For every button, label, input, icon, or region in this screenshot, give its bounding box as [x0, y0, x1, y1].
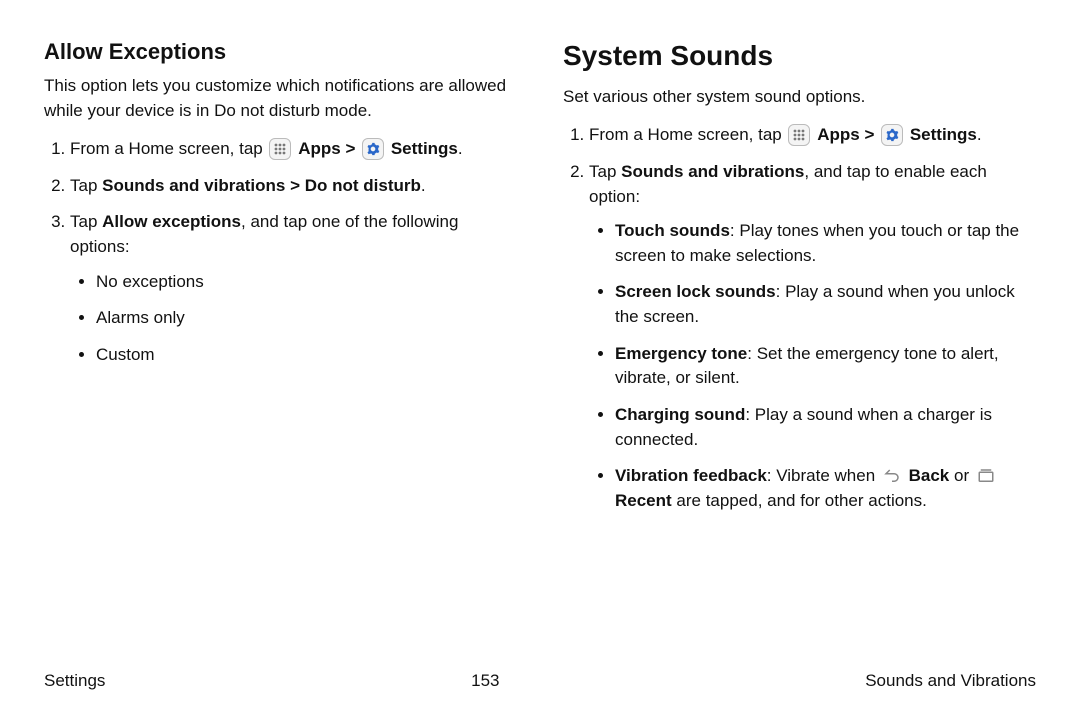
- list-item: Tap Allow exceptions, and tap one of the…: [70, 210, 517, 367]
- apps-label: Apps: [298, 139, 341, 158]
- exception-options: No exceptions Alarms only Custom: [70, 270, 517, 368]
- step-text: Tap: [589, 162, 621, 181]
- page-columns: Allow Exceptions This option lets you cu…: [44, 36, 1036, 526]
- option-name: Screen lock sounds: [615, 282, 776, 301]
- list-item: No exceptions: [96, 270, 517, 295]
- list-item: Alarms only: [96, 306, 517, 331]
- bold-path: Sounds and vibrations > Do not disturb: [102, 176, 421, 195]
- bold-label: Sounds and vibrations: [621, 162, 804, 181]
- step-text: Tap: [70, 212, 102, 231]
- step-text: From a Home screen, tap: [70, 139, 267, 158]
- right-column: System Sounds Set various other system s…: [563, 36, 1036, 526]
- list-item: Touch sounds: Play tones when you touch …: [615, 219, 1036, 268]
- option-desc: or: [949, 466, 974, 485]
- gear-icon: [362, 138, 384, 160]
- back-icon: [882, 466, 902, 486]
- list-item: Custom: [96, 343, 517, 368]
- option-name: Vibration feedback: [615, 466, 767, 485]
- option-name: Emergency tone: [615, 344, 747, 363]
- allow-exceptions-intro: This option lets you customize which not…: [44, 74, 517, 123]
- gear-icon: [881, 124, 903, 146]
- footer-right: Sounds and Vibrations: [865, 669, 1036, 694]
- list-item: Emergency tone: Set the emergency tone t…: [615, 342, 1036, 391]
- step-text: Tap: [70, 176, 102, 195]
- chevron-text: >: [345, 139, 360, 158]
- left-column: Allow Exceptions This option lets you cu…: [44, 36, 517, 526]
- settings-label: Settings: [910, 125, 977, 144]
- back-label: Back: [909, 466, 950, 485]
- allow-exceptions-heading: Allow Exceptions: [44, 36, 517, 68]
- list-item: From a Home screen, tap Apps > Settings.: [70, 137, 517, 162]
- footer-left: Settings: [44, 669, 105, 694]
- recent-icon: [976, 466, 996, 486]
- system-sounds-heading: System Sounds: [563, 36, 1036, 77]
- list-item: Tap Sounds and vibrations > Do not distu…: [70, 174, 517, 199]
- list-item: Vibration feedback: Vibrate when Back or…: [615, 464, 1036, 513]
- option-desc: are tapped, and for other actions.: [672, 491, 927, 510]
- apps-icon: [788, 124, 810, 146]
- system-sounds-intro: Set various other system sound options.: [563, 85, 1036, 110]
- apps-label: Apps: [817, 125, 860, 144]
- page-number: 153: [471, 669, 499, 694]
- option-name: Touch sounds: [615, 221, 730, 240]
- settings-label: Settings: [391, 139, 458, 158]
- list-item: Tap Sounds and vibrations, and tap to en…: [589, 160, 1036, 514]
- list-item: From a Home screen, tap Apps > Settings.: [589, 123, 1036, 148]
- system-sounds-steps: From a Home screen, tap Apps > Settings.…: [563, 123, 1036, 513]
- page-footer: Settings 153 Sounds and Vibrations: [44, 669, 1036, 694]
- list-item: Charging sound: Play a sound when a char…: [615, 403, 1036, 452]
- apps-icon: [269, 138, 291, 160]
- option-name: Charging sound: [615, 405, 745, 424]
- step-text: From a Home screen, tap: [589, 125, 786, 144]
- sound-options: Touch sounds: Play tones when you touch …: [589, 219, 1036, 513]
- recent-label: Recent: [615, 491, 672, 510]
- chevron-text: >: [864, 125, 879, 144]
- list-item: Screen lock sounds: Play a sound when yo…: [615, 280, 1036, 329]
- bold-label: Allow exceptions: [102, 212, 241, 231]
- allow-exceptions-steps: From a Home screen, tap Apps > Settings.…: [44, 137, 517, 367]
- option-desc: : Vibrate when: [767, 466, 880, 485]
